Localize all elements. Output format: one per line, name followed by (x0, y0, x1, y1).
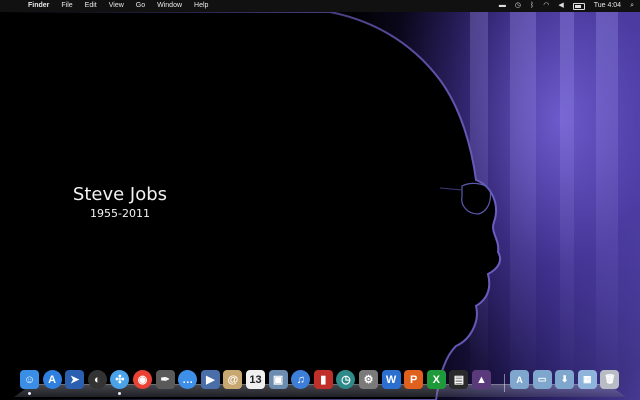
dock: ☺ A ➤ ◐ ✣ ◉ ✒… ▶ @13 ▣ ♫ ▮ ◷ ⚙ W P X ▤ ▲ A ▭ ⬇ ▦ 🗑 (20, 368, 624, 396)
volume-icon[interactable]: ◀ (558, 0, 563, 12)
mail-plane-icon[interactable]: ➤ (65, 370, 85, 389)
system-preferences-icon[interactable]: ⚙ (359, 370, 378, 389)
menu-bar: Finder File Edit View Go Window Help ▬ ◷… (0, 0, 640, 12)
tribute-years: 1955-2011 (90, 207, 150, 220)
tribute-name: Steve Jobs (72, 184, 168, 205)
quill-icon[interactable]: ✒ (155, 370, 175, 389)
menu-edit[interactable]: Edit (85, 0, 97, 12)
contacts-icon[interactable]: @ (223, 370, 243, 389)
messages-icon[interactable]: … (178, 370, 198, 389)
hard-drive-icon[interactable]: ▬ (499, 0, 506, 12)
menu-view[interactable]: View (109, 0, 124, 12)
word-icon[interactable]: W (381, 370, 401, 389)
excel-icon[interactable]: X (426, 370, 446, 389)
menubar-clock[interactable]: Tue 4:04 (594, 0, 621, 12)
status-menus: ▬ ◷ ᛒ ◠ ◀ Tue 4:04 ⌕ (499, 0, 634, 12)
spotlight-icon[interactable]: ⌕ (630, 0, 634, 12)
trash-icon[interactable]: 🗑 (600, 370, 620, 389)
activity-monitor-icon[interactable]: ▤ (449, 370, 469, 389)
wizard-hat-icon[interactable]: ▲ (472, 370, 491, 389)
downloads-folder-icon[interactable]: ⬇ (555, 370, 575, 389)
facetime-icon[interactable]: ▶ (200, 370, 220, 389)
tribute-text: Steve Jobs 1955-2011 (60, 184, 180, 222)
menu-help[interactable]: Help (194, 0, 208, 12)
time-machine-icon[interactable]: ◷ (336, 370, 356, 389)
battery-icon[interactable] (572, 2, 585, 10)
menu-window[interactable]: Window (157, 0, 182, 12)
chrome-icon[interactable]: ◉ (133, 370, 152, 389)
bluetooth-icon[interactable]: ᛒ (530, 0, 534, 12)
menu-file[interactable]: File (61, 0, 72, 12)
time-machine-icon[interactable]: ◷ (515, 0, 521, 12)
app-menu-finder[interactable]: Finder (28, 0, 49, 12)
photo-booth-icon[interactable]: ▮ (313, 370, 333, 389)
preview-icon[interactable]: ▣ (268, 370, 288, 389)
calendar-icon[interactable]: 13 (246, 370, 265, 389)
running-indicator (28, 392, 31, 395)
safari-icon[interactable]: ✣ (110, 370, 130, 389)
itunes-icon[interactable]: ♫ (291, 370, 311, 389)
powerpoint-icon[interactable]: P (404, 370, 424, 389)
dashboard-icon[interactable]: ◐ (87, 370, 107, 389)
documents-folder-icon[interactable]: ▭ (532, 370, 552, 389)
dock-separator (504, 374, 505, 392)
app-store-icon[interactable]: A (42, 370, 62, 389)
wifi-icon[interactable]: ◠ (543, 0, 549, 12)
finder-icon[interactable]: ☺ (20, 370, 39, 389)
menu-go[interactable]: Go (136, 0, 145, 12)
applications-folder-icon[interactable]: A (510, 370, 529, 389)
desktop-stack-icon[interactable]: ▦ (577, 370, 597, 389)
running-indicator (118, 392, 122, 395)
